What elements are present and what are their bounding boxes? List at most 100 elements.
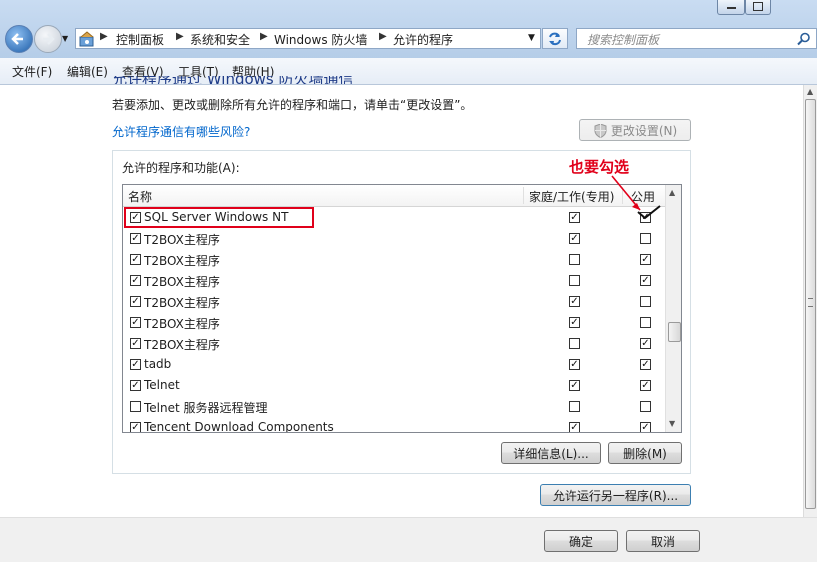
column-header-name[interactable]: 名称 bbox=[128, 188, 152, 205]
enabled-checkbox[interactable]: ✓ bbox=[130, 422, 141, 432]
search-icon[interactable] bbox=[797, 32, 811, 46]
page-heading: 允许程序通过 Windows 防火墙通信 bbox=[112, 76, 354, 84]
public-checkbox[interactable] bbox=[640, 317, 651, 328]
list-header: 名称 家庭/工作(专用) 公用 bbox=[123, 185, 665, 207]
refresh-button[interactable] bbox=[542, 28, 568, 49]
address-bar[interactable]: ▶ 控制面板 ▶ 系统和安全 ▶ Windows 防火墙 ▶ 允许的程序 ▼ bbox=[75, 28, 541, 49]
enabled-checkbox[interactable]: ✓ bbox=[130, 317, 141, 328]
page-scroll-thumb[interactable] bbox=[805, 99, 816, 509]
home-work-checkbox[interactable] bbox=[569, 254, 580, 265]
menu-edit[interactable]: 编辑(E) bbox=[67, 63, 108, 80]
program-name: Tencent Download Components bbox=[144, 420, 334, 433]
menu-file[interactable]: 文件(F) bbox=[12, 63, 52, 80]
breadcrumb-control-panel[interactable]: 控制面板 bbox=[116, 31, 164, 48]
maximize-icon bbox=[753, 2, 763, 11]
home-work-checkbox[interactable]: ✓ bbox=[569, 422, 580, 432]
table-row[interactable]: ✓ T2BOX主程序 ✓ bbox=[123, 270, 665, 291]
table-row[interactable]: ✓ T2BOX主程序 ✓ bbox=[123, 333, 665, 354]
back-button[interactable] bbox=[5, 25, 33, 53]
home-work-checkbox[interactable]: ✓ bbox=[569, 380, 580, 391]
program-name: T2BOX主程序 bbox=[144, 317, 220, 331]
enabled-checkbox[interactable]: ✓ bbox=[130, 296, 141, 307]
description-text: 若要添加、更改或删除所有允许的程序和端口，请单击“更改设置”。 bbox=[112, 98, 473, 112]
forward-arrow-icon bbox=[43, 33, 55, 45]
details-button[interactable]: 详细信息(L)... bbox=[501, 442, 601, 464]
allow-another-program-button[interactable]: 允许运行另一程序(R)... bbox=[540, 484, 691, 506]
home-work-checkbox[interactable] bbox=[569, 401, 580, 412]
breadcrumb-separator: ▶ bbox=[176, 31, 184, 42]
breadcrumb-separator: ▶ bbox=[379, 31, 387, 42]
breadcrumb-separator: ▶ bbox=[260, 31, 268, 42]
program-name: T2BOX主程序 bbox=[144, 338, 220, 352]
table-row[interactable]: Telnet 服务器远程管理 bbox=[123, 396, 665, 417]
remove-button[interactable]: 删除(M) bbox=[608, 442, 682, 464]
program-name: T2BOX主程序 bbox=[144, 254, 220, 268]
table-row[interactable]: ✓ tadb ✓ ✓ bbox=[123, 354, 665, 375]
search-placeholder: 搜索控制面板 bbox=[587, 33, 660, 47]
control-panel-icon bbox=[79, 31, 94, 47]
public-checkbox[interactable]: ✓ bbox=[640, 254, 651, 265]
address-dropdown-icon[interactable]: ▼ bbox=[528, 33, 535, 43]
public-checkbox[interactable]: ✓ bbox=[640, 338, 651, 349]
uac-shield-icon bbox=[594, 124, 607, 138]
table-row[interactable]: ✓ Tencent Download Components ✓ ✓ bbox=[123, 417, 665, 433]
breadcrumb-allowed-programs[interactable]: 允许的程序 bbox=[393, 31, 453, 48]
minimize-icon bbox=[727, 7, 736, 9]
risk-link[interactable]: 允许程序通信有哪些风险? bbox=[112, 123, 250, 140]
forward-button[interactable] bbox=[34, 25, 62, 53]
enabled-checkbox[interactable]: ✓ bbox=[130, 380, 141, 391]
search-box[interactable]: 搜索控制面板 bbox=[576, 28, 817, 49]
enabled-checkbox[interactable]: ✓ bbox=[130, 338, 141, 349]
home-work-checkbox[interactable]: ✓ bbox=[569, 233, 580, 244]
program-name: T2BOX主程序 bbox=[144, 233, 220, 247]
list-scrollbar[interactable]: ▲ ▼ bbox=[665, 185, 681, 432]
public-checkbox[interactable] bbox=[640, 233, 651, 244]
public-checkbox[interactable]: ✓ bbox=[640, 380, 651, 391]
program-name: T2BOX主程序 bbox=[144, 296, 220, 310]
minimize-button[interactable] bbox=[717, 0, 745, 15]
breadcrumb-windows-firewall[interactable]: Windows 防火墙 bbox=[274, 31, 367, 48]
breadcrumb-separator: ▶ bbox=[100, 31, 108, 42]
annotation-arrow-icon bbox=[611, 175, 661, 220]
enabled-checkbox[interactable]: ✓ bbox=[130, 275, 141, 286]
grip-icon bbox=[808, 298, 813, 307]
home-work-checkbox[interactable]: ✓ bbox=[569, 212, 580, 223]
window-chrome: ▼ ▶ 控制面板 ▶ 系统和安全 ▶ Windows 防火墙 ▶ 允许的程序 ▼… bbox=[0, 0, 817, 58]
back-arrow-icon bbox=[11, 33, 23, 45]
page-scrollbar[interactable]: ▲ bbox=[803, 85, 817, 517]
public-checkbox[interactable] bbox=[640, 401, 651, 412]
home-work-checkbox[interactable]: ✓ bbox=[569, 317, 580, 328]
table-row[interactable]: ✓ T2BOX主程序 ✓ bbox=[123, 228, 665, 249]
page-scroll-up-icon[interactable]: ▲ bbox=[807, 87, 813, 96]
enabled-checkbox[interactable] bbox=[130, 401, 141, 412]
enabled-checkbox[interactable]: ✓ bbox=[130, 359, 141, 370]
cancel-button[interactable]: 取消 bbox=[626, 530, 700, 552]
history-dropdown-icon[interactable]: ▼ bbox=[62, 34, 68, 43]
refresh-icon bbox=[549, 32, 561, 46]
page-heading-clipped: 允许程序通过 Windows 防火墙通信 bbox=[112, 76, 512, 84]
public-checkbox[interactable] bbox=[640, 296, 651, 307]
enabled-checkbox[interactable]: ✓ bbox=[130, 254, 141, 265]
column-divider[interactable] bbox=[523, 187, 524, 204]
public-checkbox[interactable]: ✓ bbox=[640, 422, 651, 432]
home-work-checkbox[interactable] bbox=[569, 338, 580, 349]
table-row[interactable]: ✓ T2BOX主程序 ✓ bbox=[123, 291, 665, 312]
table-row[interactable]: ✓ T2BOX主程序 ✓ bbox=[123, 312, 665, 333]
enabled-checkbox[interactable]: ✓ bbox=[130, 233, 141, 244]
program-name: tadb bbox=[144, 357, 172, 371]
public-checkbox[interactable]: ✓ bbox=[640, 275, 651, 286]
ok-button[interactable]: 确定 bbox=[544, 530, 618, 552]
home-work-checkbox[interactable]: ✓ bbox=[569, 296, 580, 307]
maximize-button[interactable] bbox=[745, 0, 771, 15]
table-row[interactable]: ✓ T2BOX主程序 ✓ bbox=[123, 249, 665, 270]
public-checkbox[interactable]: ✓ bbox=[640, 359, 651, 370]
scroll-down-icon[interactable]: ▼ bbox=[669, 419, 675, 428]
list-scroll-thumb[interactable] bbox=[668, 322, 681, 342]
dialog-button-bar: 确定 取消 bbox=[0, 517, 817, 562]
home-work-checkbox[interactable] bbox=[569, 275, 580, 286]
table-row[interactable]: ✓ Telnet ✓ ✓ bbox=[123, 375, 665, 396]
group-label: 允许的程序和功能(A): bbox=[122, 161, 240, 175]
change-settings-button[interactable]: 更改设置(N) bbox=[579, 119, 691, 141]
breadcrumb-system-security[interactable]: 系统和安全 bbox=[190, 31, 250, 48]
home-work-checkbox[interactable]: ✓ bbox=[569, 359, 580, 370]
